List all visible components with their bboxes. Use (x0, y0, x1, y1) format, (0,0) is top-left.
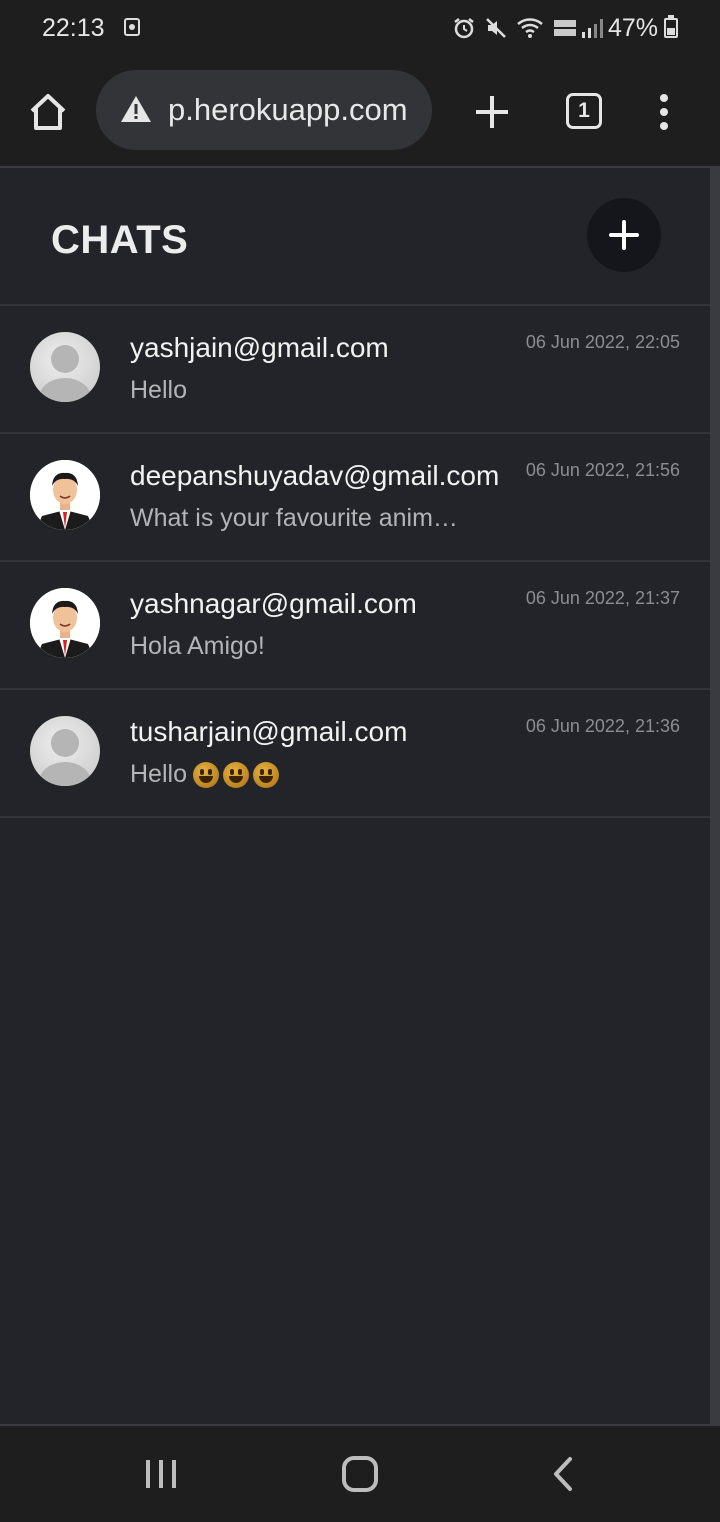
new-tab-icon[interactable] (470, 90, 514, 134)
home-icon[interactable] (26, 90, 70, 134)
alarm-icon (454, 18, 474, 39)
chats-page: CHATS yashjain@gmail.com Hello 06 Jun 20… (0, 168, 710, 1424)
chat-list-item[interactable]: yashnagar@gmail.com Hola Amigo! 06 Jun 2… (0, 562, 710, 690)
default-avatar-icon (30, 716, 100, 786)
chat-timestamp: 06 Jun 2022, 21:37 (525, 588, 680, 608)
status-time: 22:13 (42, 14, 105, 42)
chats-header: CHATS (0, 168, 710, 306)
chat-contact-name: deepanshuyadav@gmail.com (130, 460, 500, 491)
add-chat-button[interactable] (587, 198, 661, 272)
url-text[interactable]: p.herokuapp.com (168, 92, 408, 128)
grinning-emoji-icon (192, 762, 219, 789)
status-bar: 22:13 47% (0, 0, 720, 56)
chat-list-item[interactable]: tusharjain@gmail.com Hello 06 Jun 2022, … (0, 690, 710, 818)
chat-timestamp: 06 Jun 2022, 22:05 (525, 332, 680, 352)
recent-apps-icon[interactable] (144, 1458, 178, 1490)
chat-list: yashjain@gmail.com Hello 06 Jun 2022, 22… (0, 306, 710, 818)
battery-icon (664, 15, 678, 38)
chat-contact-name: tusharjain@gmail.com (130, 716, 408, 747)
person-avatar-icon (30, 588, 100, 658)
mute-icon (486, 18, 506, 38)
tab-switcher-button[interactable]: 1 (566, 93, 602, 129)
emoji-group (192, 762, 279, 789)
grinning-emoji-icon (222, 762, 249, 789)
default-avatar-icon (30, 332, 100, 402)
chat-last-message: What is your favourite anim… (130, 504, 458, 532)
person-avatar-icon (30, 460, 100, 530)
scrollbar[interactable] (710, 168, 720, 1424)
grinning-emoji-icon (252, 762, 279, 789)
page-title: CHATS (51, 218, 189, 262)
more-menu-icon[interactable] (650, 90, 678, 134)
warning-icon[interactable] (120, 94, 152, 124)
screenshot-notification-icon (124, 18, 140, 36)
back-icon[interactable] (550, 1456, 576, 1492)
chat-list-item[interactable]: deepanshuyadav@gmail.com What is your fa… (0, 434, 710, 562)
address-bar[interactable]: p.herokuapp.com (96, 70, 432, 150)
chat-last-message: Hola Amigo! (130, 632, 265, 660)
system-nav-bar (0, 1424, 720, 1522)
chat-last-message-row: Hello (130, 760, 279, 789)
status-icons (452, 14, 604, 42)
wifi-icon (517, 18, 543, 38)
chat-list-item[interactable]: yashjain@gmail.com Hello 06 Jun 2022, 22… (0, 306, 710, 434)
battery-percentage: 47% (608, 14, 659, 42)
chat-contact-name: yashjain@gmail.com (130, 332, 389, 363)
home-nav-icon[interactable] (342, 1456, 378, 1492)
browser-toolbar: p.herokuapp.com 1 (0, 56, 720, 168)
volte-signal-icon (554, 19, 603, 38)
chat-last-message: Hello (130, 376, 187, 404)
chat-last-message: Hello (130, 760, 187, 788)
chat-timestamp: 06 Jun 2022, 21:36 (525, 716, 680, 736)
chat-timestamp: 06 Jun 2022, 21:56 (525, 460, 680, 480)
chat-contact-name: yashnagar@gmail.com (130, 588, 417, 619)
